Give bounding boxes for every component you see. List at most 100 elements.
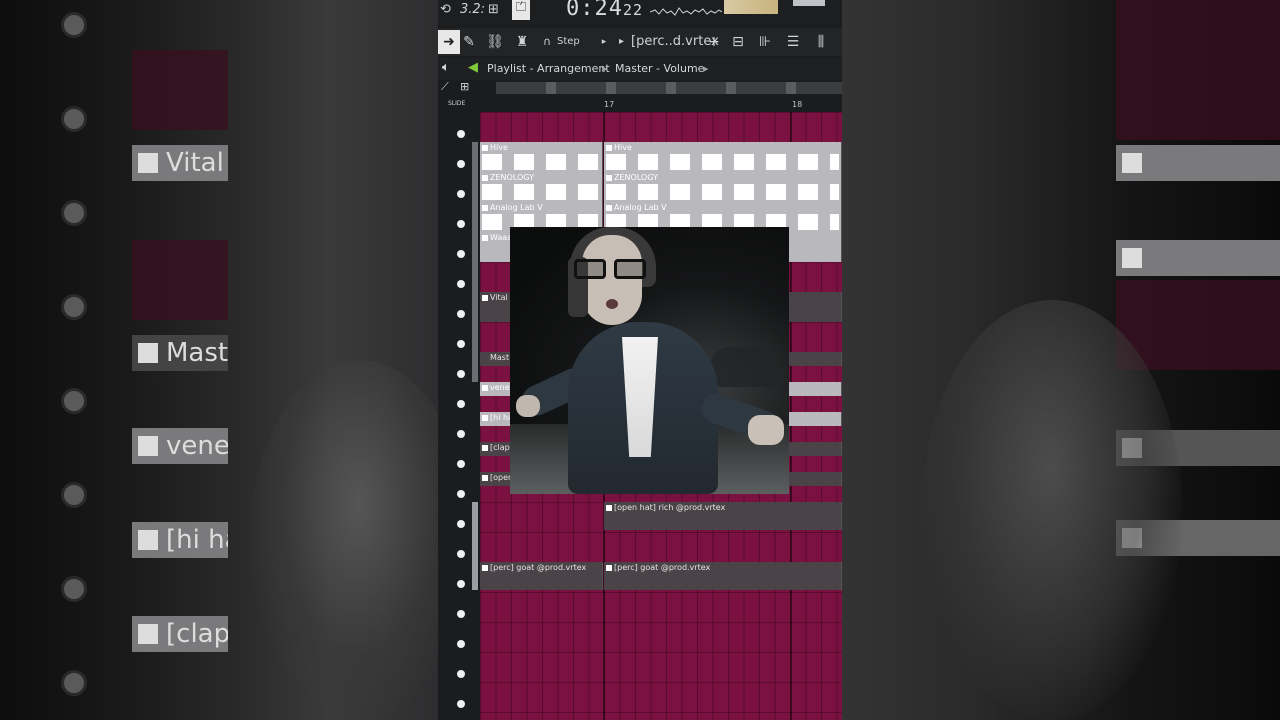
track-mute-dot[interactable] xyxy=(457,220,465,228)
clip-zenology[interactable]: ZENOLOGY xyxy=(480,172,603,202)
track-mute-dot[interactable] xyxy=(457,250,465,258)
pattern-selector[interactable]: [perc..d.vrtex xyxy=(619,31,719,53)
background-mute-dot xyxy=(61,576,87,602)
song-time-sub: 22 xyxy=(622,1,644,19)
track-mute-dot[interactable] xyxy=(457,580,465,588)
track-mute-dot[interactable] xyxy=(457,340,465,348)
piano-icon[interactable]: ⊞ xyxy=(460,80,469,93)
link-icon[interactable]: ⛓ xyxy=(484,30,506,54)
clip-notes xyxy=(606,184,839,200)
pattern-icon xyxy=(606,145,612,151)
track-mute-dot[interactable] xyxy=(457,430,465,438)
clip-label: Hive xyxy=(614,143,632,152)
overview-scrollbar[interactable] xyxy=(496,82,842,94)
snap-step-label[interactable]: Step xyxy=(557,36,580,47)
background-mute-dot xyxy=(61,388,87,414)
typing-keyboard-icon[interactable]: ⊞ xyxy=(488,2,499,17)
video-person-right-hand xyxy=(748,415,784,445)
track-mute-dot[interactable] xyxy=(457,550,465,558)
track-selector-strip[interactable] xyxy=(472,142,478,382)
piano-roll-icon[interactable]: ⊟ xyxy=(727,30,749,54)
browser-icon[interactable]: ☰ xyxy=(782,30,804,54)
clip-label: Hive xyxy=(490,143,508,152)
pattern-icon xyxy=(606,175,612,181)
clip-notes xyxy=(606,154,839,170)
oscilloscope-display xyxy=(650,7,722,16)
background-track-lane xyxy=(1116,0,1280,140)
automation-target-breadcrumb[interactable]: Master - Volume xyxy=(615,62,704,75)
pattern-icon xyxy=(482,565,488,571)
arrow-tool-icon[interactable]: ➜ xyxy=(438,30,460,54)
pattern-icon xyxy=(482,475,488,481)
track-mute-dot[interactable] xyxy=(457,640,465,648)
song-time-main: 0:24 xyxy=(566,0,623,21)
clip-open-hat-rich[interactable]: [open hat] rich @prod.vrtex xyxy=(604,502,842,530)
play-arrangement-icon[interactable]: ◀︎ xyxy=(468,60,478,75)
song-time-display: 0:2422 xyxy=(566,0,643,21)
track-mute-dot[interactable] xyxy=(457,460,465,468)
snap-dropdown-arrow-icon[interactable]: ▸ xyxy=(593,30,615,54)
track-mute-dot[interactable] xyxy=(457,310,465,318)
background-left: Vital Maste vene [hi ha [clap xyxy=(0,0,470,720)
add-pattern-button[interactable]: + xyxy=(703,30,725,54)
draw-pencil-icon[interactable]: ✎ xyxy=(458,30,480,54)
playlist-toolbar: ➜ ✎ ⛓ ♜ ∩ Step ▸ [perc..d.vrtex + ⊟ ⊪ ☰ … xyxy=(438,28,842,56)
clip-label: [open hat] rich @prod.vrtex xyxy=(614,503,726,512)
track-mute-dot[interactable] xyxy=(457,520,465,528)
background-clip xyxy=(1116,145,1280,181)
magnet-icon[interactable]: ∩ xyxy=(536,30,558,54)
clip-hive[interactable]: Hive xyxy=(604,142,842,172)
track-headers xyxy=(438,112,480,720)
background-figure-blur xyxy=(922,300,1182,720)
track-mute-dot[interactable] xyxy=(457,130,465,138)
track-mute-dot[interactable] xyxy=(457,280,465,288)
channel-rack-icon[interactable]: ⊪ xyxy=(754,30,776,54)
clip-perc-goat[interactable]: [perc] goat @prod.vrtex xyxy=(604,562,842,590)
clip-label: [perc] goat @prod.vrtex xyxy=(614,563,711,572)
pattern-icon xyxy=(482,145,488,151)
breadcrumb-chevron[interactable]: ▸ xyxy=(703,62,709,75)
clip-hive[interactable]: Hive xyxy=(480,142,603,172)
track-mute-dot[interactable] xyxy=(457,370,465,378)
speaker-icon[interactable]: 🔈︎ xyxy=(442,60,450,75)
clip-label: Mast xyxy=(490,353,510,362)
clip-perc-goat[interactable]: [perc] goat @prod.vrtex xyxy=(480,562,603,590)
track-mute-dot[interactable] xyxy=(457,190,465,198)
timeline-ruler[interactable]: ⟋ ⊞ SLIDE 17 18 xyxy=(438,80,842,112)
track-mute-dot[interactable] xyxy=(457,490,465,498)
pattern-icon xyxy=(482,445,488,451)
background-mute-dot xyxy=(61,294,87,320)
video-person-left-hand xyxy=(516,395,540,417)
video-background-car xyxy=(710,347,780,387)
background-clip xyxy=(1116,240,1280,276)
pattern-icon xyxy=(482,235,488,241)
pattern-icon xyxy=(482,175,488,181)
background-clip-clap: [clap xyxy=(132,616,228,652)
pattern-icon xyxy=(482,415,488,421)
curve-icon[interactable]: ⟋ xyxy=(441,80,449,94)
track-mute-dot[interactable] xyxy=(457,160,465,168)
stamp-icon[interactable]: ♜ xyxy=(511,30,533,54)
clip-label: [perc] goat @prod.vrtex xyxy=(490,563,587,572)
track-mute-dot[interactable] xyxy=(457,670,465,678)
clip-label: Analog Lab V xyxy=(490,203,543,212)
metronome-toggle-icon[interactable]: ⏍ xyxy=(512,0,530,20)
clip-label: Vital xyxy=(490,293,508,302)
clip-zenology[interactable]: ZENOLOGY xyxy=(604,172,842,202)
track-selector-strip[interactable] xyxy=(472,502,478,590)
track-mute-dot[interactable] xyxy=(457,700,465,708)
track-mute-dot[interactable] xyxy=(457,400,465,408)
history-icon[interactable]: ⟲ xyxy=(440,2,451,17)
pattern-icon xyxy=(482,295,488,301)
mixer-icon[interactable]: ⫼ xyxy=(810,30,832,54)
memory-meter xyxy=(793,0,825,6)
background-mute-dot xyxy=(61,106,87,132)
background-right xyxy=(842,0,1280,720)
window-title: Playlist - Arrangement xyxy=(487,62,610,75)
clip-label: ZENOLOGY xyxy=(490,173,534,182)
time-signature-counter[interactable]: 3.2: xyxy=(460,2,485,17)
clip-label: vene xyxy=(490,383,510,392)
bar-number-18: 18 xyxy=(792,100,803,109)
pattern-icon xyxy=(606,505,612,511)
track-mute-dot[interactable] xyxy=(457,610,465,618)
